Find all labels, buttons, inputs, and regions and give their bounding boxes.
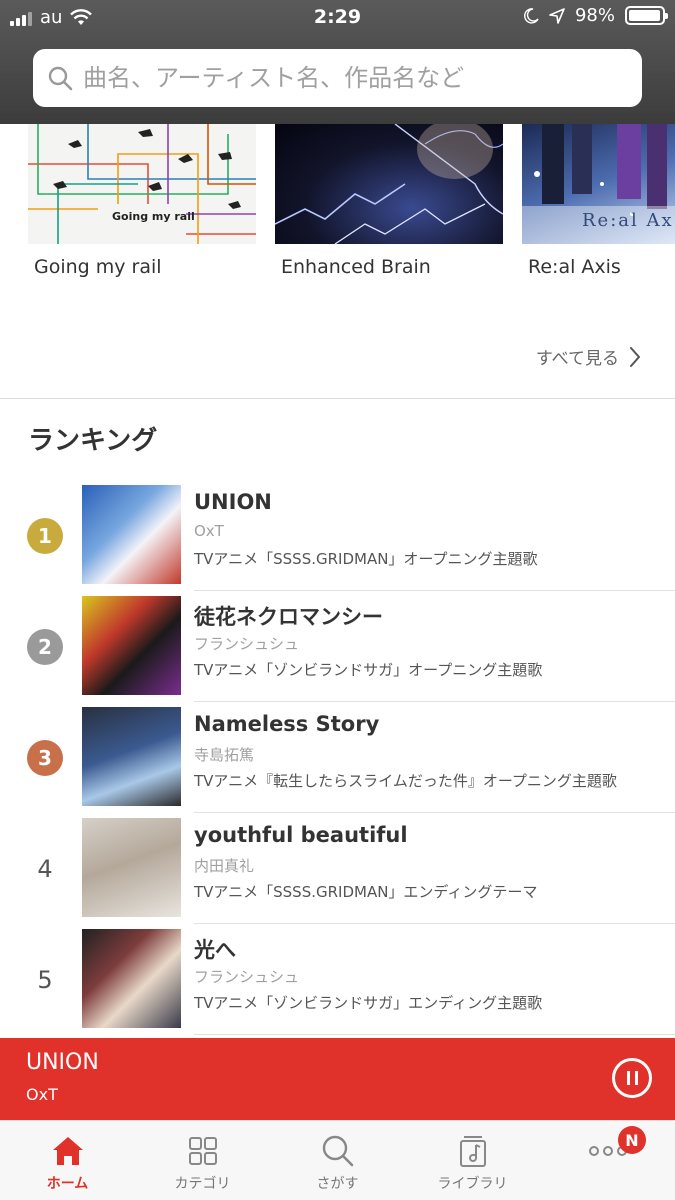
rank-number: 5 xyxy=(37,966,53,994)
search-bar[interactable] xyxy=(33,49,642,107)
track-artist: OxT xyxy=(194,522,224,540)
track-title: 徒花ネクロマンシー xyxy=(194,605,383,629)
track-description: TVアニメ「SSSS.GRIDMAN」オープニング主題歌 xyxy=(194,550,538,568)
tab-library[interactable]: ライブラリ xyxy=(405,1121,540,1200)
track-artist: 内田真礼 xyxy=(194,857,255,875)
track-description: TVアニメ「SSSS.GRIDMAN」エンディングテーマ xyxy=(194,883,538,901)
location-arrow-icon xyxy=(549,7,565,24)
music-note-icon xyxy=(459,1136,486,1167)
now-playing-title: UNION xyxy=(26,1050,99,1075)
ranking-row[interactable]: 2 徒花ネクロマンシー フランシュシュ TVアニメ「ゾンビランドサガ」オープニン… xyxy=(0,591,675,702)
tab-search[interactable]: さがす xyxy=(270,1121,405,1200)
home-icon xyxy=(52,1137,83,1165)
track-title: Nameless Story xyxy=(194,712,380,736)
track-description: TVアニメ『転生したらスライムだった件』オープニング主題歌 xyxy=(194,772,617,790)
album-cover-caption: Re:al Ax xyxy=(582,210,674,231)
status-bar: au 2:29 98% xyxy=(0,0,675,36)
album-cover[interactable] xyxy=(275,124,503,244)
tab-bar: ホーム カテゴリ さがす ライブラリ N xyxy=(0,1120,675,1200)
tab-label: カテゴリ xyxy=(174,1176,231,1192)
search-icon xyxy=(48,66,73,91)
track-title: youthful beautiful xyxy=(194,823,408,847)
album-title[interactable]: Enhanced Brain xyxy=(281,256,431,278)
pause-button[interactable] xyxy=(612,1058,652,1098)
rank-badge-bronze: 3 xyxy=(27,740,63,776)
rank-number: 4 xyxy=(37,855,53,883)
ranking-row[interactable]: 5 光へ フランシュシュ TVアニメ「ゾンビランドサガ」エンディング主題歌 xyxy=(0,924,675,1035)
album-carousel[interactable]: Going my rail Going my rail Enhanced Bra… xyxy=(0,124,675,284)
track-artist: フランシュシュ xyxy=(194,635,300,653)
tab-label: さがす xyxy=(316,1176,359,1192)
chevron-right-icon xyxy=(630,346,640,367)
tab-label: ホーム xyxy=(46,1176,89,1192)
tab-more[interactable]: N xyxy=(540,1121,675,1200)
now-playing-artist: OxT xyxy=(26,1085,58,1104)
see-all-link[interactable]: すべて見る xyxy=(536,344,641,369)
pause-icon-bar xyxy=(626,1071,630,1085)
pause-icon-bar xyxy=(634,1071,638,1085)
track-description: TVアニメ「ゾンビランドサガ」オープニング主題歌 xyxy=(194,661,543,679)
track-cover[interactable] xyxy=(82,929,181,1028)
search-icon xyxy=(322,1135,353,1167)
album-card[interactable]: Enhanced Brain xyxy=(275,124,503,278)
ranking-row[interactable]: 4 youthful beautiful 内田真礼 TVアニメ「SSSS.GRI… xyxy=(0,813,675,924)
ranking-row[interactable]: 1 UNION OxT TVアニメ「SSSS.GRIDMAN」オープニング主題歌 xyxy=(0,480,675,591)
search-input[interactable] xyxy=(83,64,623,92)
track-description: TVアニメ「ゾンビランドサガ」エンディング主題歌 xyxy=(194,994,543,1012)
row-divider xyxy=(194,1034,675,1035)
album-card[interactable]: Re:al Ax Re:al Axis xyxy=(522,124,675,278)
ranking-row[interactable]: 3 Nameless Story 寺島拓篤 TVアニメ『転生したらスライムだった… xyxy=(0,702,675,813)
section-divider xyxy=(0,398,675,399)
see-all-label: すべて見る xyxy=(535,349,619,369)
track-cover[interactable] xyxy=(82,596,181,695)
tab-label: ライブラリ xyxy=(437,1176,508,1192)
ranking-heading: ランキング xyxy=(28,426,158,456)
track-title: 光へ xyxy=(194,938,236,962)
now-playing-bar[interactable]: UNION OxT xyxy=(0,1038,675,1120)
battery-icon xyxy=(625,6,668,25)
track-cover[interactable] xyxy=(82,707,181,806)
track-cover[interactable] xyxy=(82,818,181,917)
grid-icon xyxy=(188,1137,217,1165)
track-artist: フランシュシュ xyxy=(194,968,300,986)
ranking-list: 1 UNION OxT TVアニメ「SSSS.GRIDMAN」オープニング主題歌… xyxy=(0,480,675,1035)
rank-badge-gold: 1 xyxy=(27,518,63,554)
album-card[interactable]: Going my rail Going my rail xyxy=(28,124,256,278)
track-title: UNION xyxy=(194,490,272,514)
header: au 2:29 98% xyxy=(0,0,675,124)
album-title[interactable]: Going my rail xyxy=(34,256,162,278)
album-cover[interactable]: Re:al Ax xyxy=(522,124,675,244)
battery-level-fill xyxy=(629,10,661,21)
tab-category[interactable]: カテゴリ xyxy=(135,1121,270,1200)
rank-badge-silver: 2 xyxy=(27,629,63,665)
battery-percent: 98% xyxy=(574,5,615,26)
notification-badge: N xyxy=(618,1126,646,1154)
track-artist: 寺島拓篤 xyxy=(194,746,255,764)
moon-icon xyxy=(524,7,539,24)
rail-map-artwork xyxy=(28,124,256,244)
album-title[interactable]: Re:al Axis xyxy=(528,256,621,278)
tab-home[interactable]: ホーム xyxy=(0,1121,135,1200)
track-cover[interactable] xyxy=(82,485,181,584)
lightning-artwork xyxy=(275,124,503,244)
album-cover-caption: Going my rail xyxy=(112,210,195,223)
album-cover[interactable]: Going my rail xyxy=(28,124,256,244)
